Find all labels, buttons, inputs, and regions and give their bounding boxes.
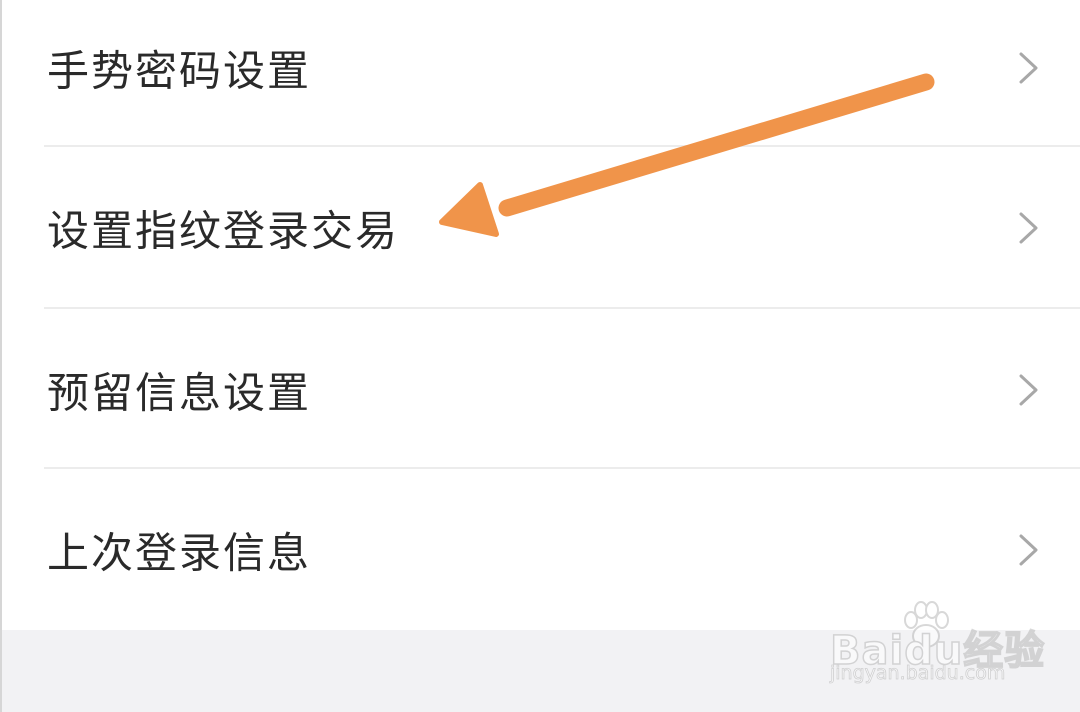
chevron-right-icon [1019, 212, 1038, 244]
watermark-url: jingyan.baidu.com [830, 662, 1006, 685]
divider [44, 145, 1080, 147]
settings-item-reserved-info[interactable]: 预留信息设置 [2, 310, 1080, 470]
chevron-right-icon [1019, 534, 1038, 566]
chevron-right-icon [1019, 52, 1038, 84]
settings-list: 手势密码设置 设置指纹登录交易 预留信息设置 上次登录信息 [2, 0, 1080, 630]
screen: 手势密码设置 设置指纹登录交易 预留信息设置 上次登录信息 Baidu经验 ji… [0, 0, 1080, 712]
chevron-right-icon [1019, 374, 1038, 406]
divider [44, 467, 1080, 469]
baidu-jingyan-watermark: Baidu经验 jingyan.baidu.com [829, 596, 1045, 696]
settings-item-label: 上次登录信息 [47, 528, 312, 578]
settings-item-label: 设置指纹登录交易 [47, 206, 400, 256]
settings-item-label: 预留信息设置 [47, 368, 312, 418]
settings-item-fingerprint-login[interactable]: 设置指纹登录交易 [2, 148, 1080, 308]
settings-item-label: 手势密码设置 [47, 46, 312, 96]
settings-item-gesture-password[interactable]: 手势密码设置 [2, 0, 1080, 148]
divider [44, 307, 1080, 309]
